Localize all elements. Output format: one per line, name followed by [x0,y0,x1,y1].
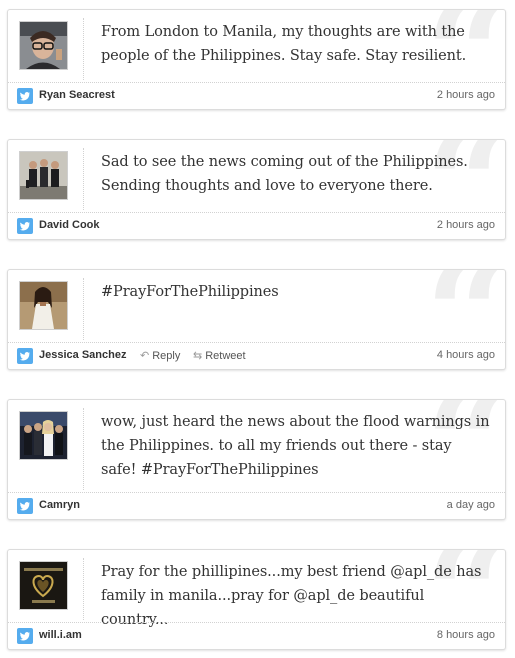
twitter-bird-icon[interactable] [17,628,33,644]
avatar[interactable] [19,21,68,70]
divider [83,148,84,210]
avatar[interactable] [19,411,68,460]
tweet-footer: David Cook 2 hours ago [8,212,505,238]
reply-button[interactable]: ↶ Reply [140,349,180,362]
avatar[interactable] [19,561,68,610]
tweet-card: “ From London to Manila, my thoughts are… [7,9,506,110]
tweet-text: wow, just heard the news about the flood… [101,414,490,478]
timestamp[interactable]: 4 hours ago [437,349,495,361]
timestamp[interactable]: 8 hours ago [437,629,495,641]
author-name[interactable]: will.i.am [39,629,82,641]
avatar[interactable] [19,281,68,330]
tweet-footer: will.i.am 8 hours ago [8,622,505,648]
author-name[interactable]: David Cook [39,219,100,231]
reply-label: Reply [152,350,181,362]
divider [83,18,84,80]
retweet-icon: ⇆ [193,350,203,362]
tweet-footer: Jessica Sanchez ↶ Reply ⇆ Retweet 4 hours … [8,342,505,368]
divider [8,622,505,623]
timestamp[interactable]: 2 hours ago [437,219,495,231]
tweet-card: “ #PrayForThePhilippines Jessica Sanchez… [7,269,506,370]
author-name[interactable]: Camryn [39,499,80,511]
author-name[interactable]: Jessica Sanchez [39,349,126,361]
reply-arrow-icon: ↶ [140,350,150,362]
avatar[interactable] [19,151,68,200]
tweet-text: Sad to see the news coming out of the Ph… [101,154,468,194]
divider [83,278,84,340]
divider [8,492,505,493]
tweet-card: “ wow, just heard the news about the flo… [7,399,506,520]
twitter-bird-icon[interactable] [17,88,33,104]
timestamp[interactable]: 2 hours ago [437,89,495,101]
tweet-text: #PrayForThePhilippines [101,284,279,300]
divider [83,408,84,490]
divider [8,212,505,213]
tweet-footer: Camryn a day ago [8,492,505,518]
twitter-bird-icon[interactable] [17,348,33,364]
divider [83,558,84,620]
tweet-footer: Ryan Seacrest 2 hours ago [8,82,505,108]
timestamp[interactable]: a day ago [447,499,495,511]
twitter-bird-icon[interactable] [17,218,33,234]
author-name[interactable]: Ryan Seacrest [39,89,115,101]
tweet-card: “ Pray for the phillipines...my best fri… [7,549,506,650]
divider [8,82,505,83]
twitter-bird-icon[interactable] [17,498,33,514]
retweet-button[interactable]: ⇆ Retweet [193,349,246,362]
retweet-label: Retweet [205,350,246,362]
divider [8,342,505,343]
tweet-text: From London to Manila, my thoughts are w… [101,24,467,64]
tweet-card: “ Sad to see the news coming out of the … [7,139,506,240]
